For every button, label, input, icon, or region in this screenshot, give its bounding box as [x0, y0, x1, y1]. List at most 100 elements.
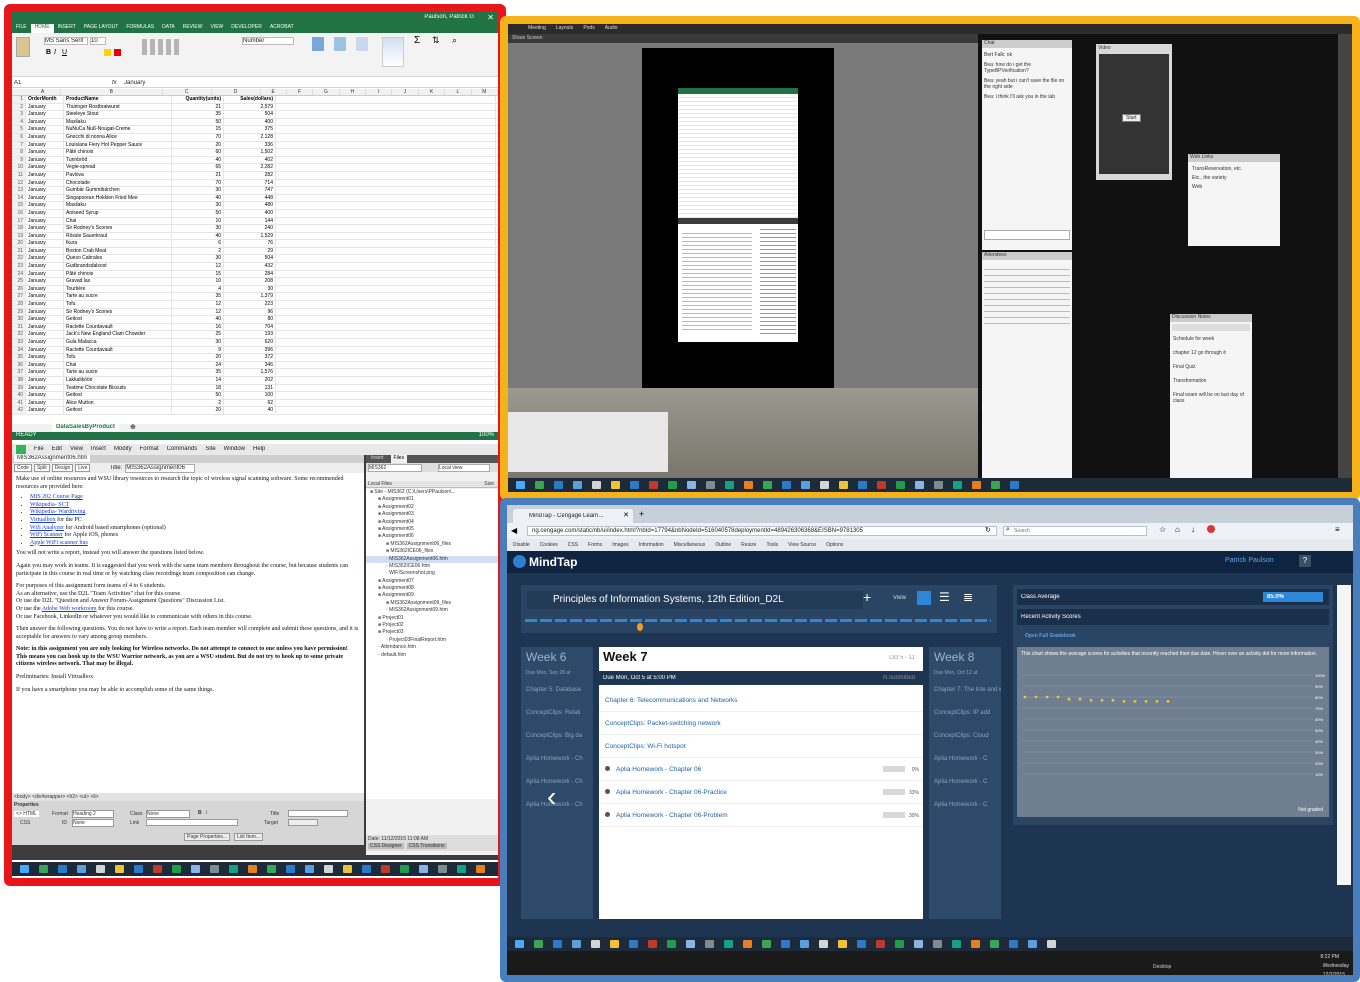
table-cell[interactable]: 400	[224, 118, 276, 126]
table-cell[interactable]: Geitost	[64, 392, 172, 399]
table-cell[interactable]: 504	[224, 111, 276, 118]
row-number[interactable]: 5	[12, 126, 26, 133]
dw-menu-item[interactable]: Commands	[167, 446, 198, 453]
activity-item[interactable]: ConceptClips: Wi-Fi hotspot	[599, 735, 923, 758]
dw-menu-item[interactable]: File	[34, 446, 44, 453]
row-number[interactable]: 30	[12, 316, 26, 323]
taskbar-app-icon[interactable]	[305, 865, 314, 873]
empty-cells[interactable]	[276, 316, 496, 323]
table-cell[interactable]: Aniseed Syrup	[64, 209, 172, 217]
table-cell[interactable]: Tunnbröd	[64, 156, 172, 164]
row-number[interactable]: 7	[12, 141, 26, 149]
dw-target-select[interactable]	[288, 819, 318, 826]
table-cell[interactable]: 14	[172, 376, 224, 384]
dw-title2-input[interactable]	[288, 810, 348, 817]
taskbar-app-icon[interactable]	[191, 865, 200, 873]
taskbar-app-icon[interactable]	[705, 940, 714, 948]
row-number[interactable]: 32	[12, 331, 26, 338]
table-row[interactable]: 12 January Chocolade 70 714	[12, 179, 498, 188]
table-cell[interactable]: 30	[172, 225, 224, 232]
start-icon[interactable]	[20, 865, 29, 873]
table-cell[interactable]: Vegie-spread	[64, 164, 172, 171]
table-cell[interactable]: January	[26, 255, 64, 263]
activity-score-dot[interactable]	[1122, 700, 1126, 703]
table-cell[interactable]: Teatime Chocolate Biscuits	[64, 384, 172, 392]
table-cell[interactable]: 30	[172, 339, 224, 346]
row-number[interactable]: 22	[12, 255, 26, 263]
new-tab-icon[interactable]: +	[639, 509, 644, 519]
addon-icon[interactable]	[1207, 525, 1215, 533]
table-cell[interactable]: 284	[224, 270, 276, 278]
row-number[interactable]: 8	[12, 149, 26, 156]
table-cell[interactable]: 20	[172, 407, 224, 414]
table-cell[interactable]: Jack's New England Clam Chowder	[64, 331, 172, 338]
table-cell[interactable]: Chai	[64, 361, 172, 369]
taskbar-app-icon[interactable]	[39, 865, 48, 873]
table-cell[interactable]: 6	[172, 240, 224, 247]
dw-link-input[interactable]	[146, 819, 238, 826]
row-number[interactable]: 6	[12, 133, 26, 141]
taskbar-app-icon[interactable]	[743, 940, 752, 948]
table-cell[interactable]: 480	[224, 202, 276, 209]
add-icon[interactable]: +	[863, 589, 871, 605]
table-cell[interactable]: January	[26, 171, 64, 179]
table-cell[interactable]: 1,576	[224, 369, 276, 376]
taskbar-app-icon[interactable]	[990, 940, 999, 948]
taskbar-app-icon[interactable]	[857, 940, 866, 948]
row-number[interactable]: 1	[12, 96, 26, 103]
file-tree-item[interactable]: ■ MIS362Assignment09_files	[366, 600, 498, 607]
file-tree-item[interactable]: ■ MIS362ICE06_files	[366, 548, 498, 555]
column-header[interactable]: H	[340, 89, 367, 95]
table-row[interactable]: 39 January Teatime Chocolate Biscuits 18 131	[12, 384, 498, 393]
dw-doc-tab[interactable]: MIS362Assignment06.htm	[14, 455, 91, 462]
resource-link[interactable]: Wifi Analyzer	[30, 525, 64, 531]
row-number[interactable]: 19	[12, 232, 26, 240]
table-cell[interactable]: 15	[172, 126, 224, 133]
font-name-box[interactable]: MS Sans Serif	[44, 37, 88, 45]
file-tree-item[interactable]: ■ Assignment01	[366, 496, 498, 503]
connect-menu-item[interactable]: Layouts	[556, 25, 574, 31]
adobe-web-workroom-link[interactable]: Adobe Web workroom	[42, 606, 97, 612]
table-cell[interactable]: 432	[224, 263, 276, 270]
row-number[interactable]: 28	[12, 301, 26, 308]
table-cell[interactable]: 80	[224, 316, 276, 323]
sheet-tab[interactable]: DataSalesByProduct	[52, 424, 120, 431]
taskbar-app-icon[interactable]	[1047, 940, 1056, 948]
table-cell[interactable]: 346	[224, 361, 276, 369]
number-format-box[interactable]: Number	[242, 37, 294, 45]
row-number[interactable]: 24	[12, 270, 26, 278]
taskbar-app-icon[interactable]	[781, 940, 790, 948]
table-cell[interactable]: 704	[224, 323, 276, 331]
user-name[interactable]: Patrick Paulson	[1225, 557, 1274, 564]
prev-week-arrow-icon[interactable]: ‹	[547, 781, 556, 813]
empty-cells[interactable]	[276, 194, 496, 202]
table-cell[interactable]: 40	[172, 316, 224, 323]
table-cell[interactable]: 2,579	[224, 103, 276, 111]
table-cell[interactable]: Quantity(units)	[172, 96, 224, 103]
table-cell[interactable]: 70	[172, 179, 224, 187]
tab-close-icon[interactable]: ✕	[623, 511, 629, 519]
table-cell[interactable]: 30	[224, 285, 276, 293]
dw-view-button[interactable]: Live	[75, 464, 91, 472]
dw-design-view[interactable]: Make use of online resources and WSU lib…	[12, 473, 364, 793]
table-cell[interactable]: January	[26, 141, 64, 149]
table-cell[interactable]: Singaporean Hokkien Fried Mee	[64, 194, 172, 202]
taskbar-app-icon[interactable]	[820, 481, 829, 489]
table-cell[interactable]: January	[26, 361, 64, 369]
search-input[interactable]	[1014, 527, 1144, 535]
table-cell[interactable]: 4	[172, 285, 224, 293]
taskbar-app-icon[interactable]	[591, 940, 600, 948]
empty-cells[interactable]	[276, 255, 496, 263]
table-cell[interactable]: 12	[172, 263, 224, 270]
side-activity[interactable]: ConceptClips: IP add	[929, 702, 1001, 725]
activity-item[interactable]: Chapter 6: Telecommunications and Networ…	[599, 689, 923, 712]
empty-cells[interactable]	[276, 103, 496, 111]
table-cell[interactable]: 336	[224, 141, 276, 149]
list-view-icon[interactable]: ☰	[939, 590, 950, 604]
taskbar-app-icon[interactable]	[381, 865, 390, 873]
side-activity[interactable]: Chapter 5: Database	[521, 679, 593, 702]
column-header[interactable]: E	[261, 89, 287, 95]
row-number[interactable]: 29	[12, 308, 26, 316]
table-cell[interactable]: 40	[172, 156, 224, 164]
table-cell[interactable]: January	[26, 376, 64, 384]
